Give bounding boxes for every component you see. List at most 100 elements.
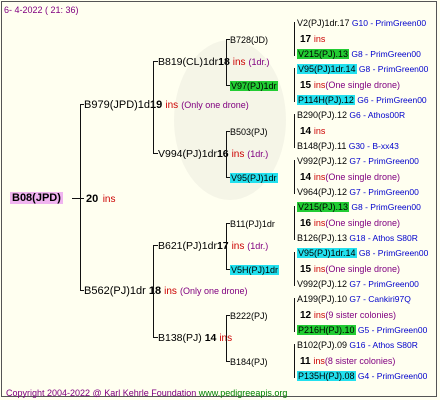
l4-ins-label: ins (313, 310, 326, 320)
l2-d-ins-value: 14 (204, 332, 217, 344)
l1-upper[interactable]: B979(JPD)1d19 ins (Only one drone) (84, 98, 249, 113)
l4-entry[interactable]: B290(PJ).12 G6 - Athos00R (297, 108, 405, 122)
date-stamp: 6- 4-2022 ( 21: 36) (4, 5, 79, 15)
l3-8[interactable]: B184(PJ) (230, 355, 268, 369)
l4-entry-breed: G6 - PrimGreen00 (354, 95, 427, 105)
l1-upper-ins-value: 19 (150, 99, 163, 111)
l4-entry[interactable]: P114H(PJ).12 G6 - PrimGreen00 (297, 93, 427, 107)
l3-4[interactable]: V95(PJ)1dr (230, 171, 278, 185)
l3-7[interactable]: B222(PJ) (230, 309, 268, 323)
l4-ins-value: 12 (300, 310, 314, 321)
l4-ins-note: (One single drone) (325, 218, 400, 228)
l4-ins-label: ins (313, 172, 326, 182)
l2-a[interactable]: B819(CL)1dr18 ins (1dr.) (158, 55, 269, 70)
l3-1-id: B728(JD) (230, 35, 269, 45)
l4-entry[interactable]: V992(PJ).12 G7 - PrimGreen00 (297, 277, 419, 291)
l4-ins-value: 16 (300, 218, 314, 229)
root-ins: 20 ins (86, 191, 116, 207)
l4-entry[interactable]: P216H(PJ).10 G5 - PrimGreen00 (297, 323, 427, 337)
l4-entry[interactable]: A199(PJ).10 G7 - Cankiri97Q (297, 292, 411, 306)
l2-b[interactable]: V994(PJ)1dr16 ins (1dr.) (158, 147, 268, 162)
line (226, 39, 227, 85)
l4-entry-breed: G7 - PrimGreen00 (347, 156, 419, 166)
l2-b-id: V994(PJ)1dr (158, 148, 217, 160)
l3-2-id: V97(PJ)1dr (230, 81, 278, 91)
l1-upper-ins-label: ins (165, 100, 179, 111)
l4-entry[interactable]: V215(PJ).13 G8 - PrimGreen00 (297, 47, 421, 61)
l4-entry[interactable]: V2(PJ)1dr.17 G10 - PrimGreen00 (297, 16, 426, 30)
root-id: B08(JPD) (10, 192, 63, 204)
l4-entry[interactable]: B126(PJ).13 G18 - Athos S80R (297, 231, 418, 245)
l4-ins-label: ins (313, 218, 326, 228)
l4-entry-id: V992(PJ).12 (297, 279, 348, 289)
line (294, 252, 295, 286)
l3-6[interactable]: V5H(PJ)1dr (230, 263, 280, 277)
root-vline (80, 104, 81, 290)
l1-lower-id: B562(PJ)1dr (84, 285, 146, 297)
watermark-bee (174, 40, 286, 200)
l4-entry-id: V992(PJ).12 (297, 156, 348, 166)
l4-ins: 14 ins (300, 123, 325, 139)
l4-entry-id: V95(PJ)1dr.14 (297, 64, 357, 74)
l4-entry-breed: G7 - PrimGreen00 (347, 279, 419, 289)
root-ins-value: 20 (86, 193, 99, 205)
l1-upper-vline (153, 61, 154, 153)
l1-lower[interactable]: B562(PJ)1dr 18 ins (Only one drone) (84, 284, 248, 299)
root-ins-label: ins (102, 194, 116, 205)
l4-ins-value: 14 (300, 172, 314, 183)
l4-ins-label: ins (313, 126, 326, 136)
l4-entry-breed: G6 - Athos00R (347, 110, 406, 120)
l4-ins: 15 ins(One single drone) (300, 77, 400, 93)
l2-a-id: B819(CL)1dr (158, 56, 219, 68)
l3-5[interactable]: B11(PJ)1dr (230, 217, 275, 231)
l4-ins: 15 ins(One single drone) (300, 261, 400, 277)
l2-c[interactable]: B621(PJ)1dr17 ins (1dr.) (158, 239, 268, 254)
l4-entry[interactable]: V95(PJ)1dr.14 G8 - PrimGreen00 (297, 62, 428, 76)
l4-ins: 16 ins(One single drone) (300, 215, 400, 231)
l4-entry-breed: G16 - Athos S80R (347, 340, 418, 350)
l3-6-id: V5H(PJ)1dr (230, 265, 280, 275)
l4-entry-id: A199(PJ).10 (297, 294, 348, 304)
l4-ins-note: (8 sister colonies) (324, 356, 396, 366)
l4-ins-label: ins (313, 80, 326, 90)
l4-entry-id: V95(PJ)1dr.14 (297, 248, 357, 258)
line (226, 315, 227, 361)
l1-upper-note: (Only one drone) (181, 100, 249, 110)
l4-entry-breed: G4 - PrimGreen00 (355, 371, 428, 381)
site-link[interactable]: www.pedigreeapis.org (199, 388, 288, 398)
l4-entry[interactable]: V992(PJ).12 G7 - PrimGreen00 (297, 154, 419, 168)
l4-entry[interactable]: P135H(PJ).08 G4 - PrimGreen00 (297, 369, 427, 383)
l4-entry-breed: G10 - PrimGreen00 (349, 18, 427, 28)
l3-3-id: B503(PJ) (230, 127, 268, 137)
l4-entry[interactable]: V964(PJ).12 G7 - PrimGreen00 (297, 185, 419, 199)
l4-entry-id: V2(PJ)1dr.17 (297, 18, 350, 28)
l4-ins: 17 ins (300, 31, 325, 47)
l3-1[interactable]: B728(JD) (230, 33, 268, 47)
line (294, 114, 295, 148)
line (294, 298, 295, 332)
l3-3[interactable]: B503(PJ) (230, 125, 268, 139)
l4-entry[interactable]: B148(PJ).11 G30 - B-xx43 (297, 139, 399, 153)
l3-2[interactable]: V97(PJ)1dr (230, 79, 278, 93)
l4-entry-id: V215(PJ).13 (297, 202, 350, 212)
l1-lower-ins-label: ins (164, 286, 177, 297)
root-bee[interactable]: B08(JPD) (10, 191, 63, 205)
l4-entry-breed: G5 - PrimGreen00 (355, 325, 428, 335)
l1-upper-id: B979(JPD)1d (84, 99, 151, 111)
l4-ins: 12 ins(9 sister colonies) (300, 307, 396, 323)
l4-ins-note: (One single drone) (325, 264, 400, 274)
l2-d-id: B138(PJ) (158, 332, 202, 344)
l4-entry-breed: G8 - PrimGreen00 (349, 49, 421, 59)
l4-ins-value: 14 (300, 126, 314, 137)
line (294, 68, 295, 102)
l3-7-id: B222(PJ) (230, 311, 268, 321)
l4-ins-note: (One single drone) (325, 80, 400, 90)
l2-d[interactable]: B138(PJ) 14 ins (158, 331, 232, 346)
l4-entry-id: P135H(PJ).08 (297, 371, 356, 381)
l4-entry[interactable]: V95(PJ)1dr.14 G8 - PrimGreen00 (297, 246, 428, 260)
l4-entry-id: B148(PJ).11 (297, 141, 347, 151)
line (226, 131, 227, 177)
l3-5-id: B11(PJ)1dr (230, 219, 275, 229)
l4-entry[interactable]: V215(PJ).13 G8 - PrimGreen00 (297, 200, 421, 214)
l4-entry[interactable]: B102(PJ).09 G16 - Athos S80R (297, 338, 418, 352)
